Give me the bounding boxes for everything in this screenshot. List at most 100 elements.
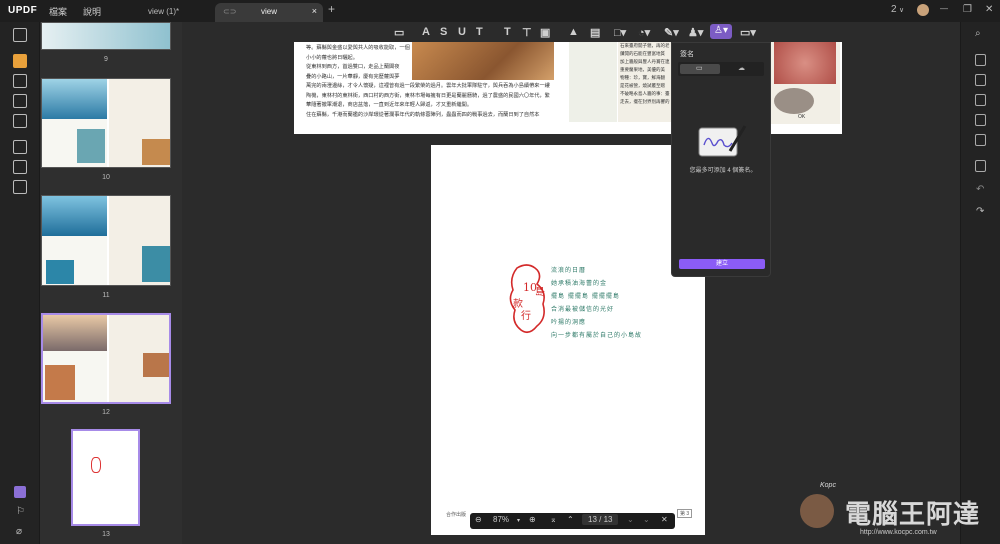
textbox-icon[interactable]: ⊤	[522, 26, 532, 39]
thumbnail-number: 12	[102, 409, 110, 416]
layers-icon[interactable]	[13, 180, 27, 194]
right-tool-rail: ⌕ ↶ ↷	[960, 22, 1000, 544]
thumbnail-number: 10	[102, 174, 110, 181]
chevron-down-icon[interactable]: ∨	[899, 6, 904, 14]
panel-title: 簽名	[680, 51, 694, 58]
publisher-footer: 合作出版	[446, 512, 467, 518]
form-icon[interactable]	[13, 94, 27, 108]
sticker-icon[interactable]: ◔▾	[638, 26, 650, 39]
rock-photo	[412, 42, 554, 80]
avatar[interactable]	[917, 4, 929, 16]
strikethrough-icon[interactable]: S	[440, 26, 447, 38]
close-window-button[interactable]: ✕	[985, 4, 993, 15]
food-photo-area: OK	[770, 42, 840, 124]
ok-label: OK	[798, 114, 806, 120]
zoom-out-icon[interactable]: ⊖	[475, 515, 482, 524]
thumbnail-page-11[interactable]	[41, 195, 171, 286]
cloud-signatures-tab[interactable]: ☁	[722, 64, 762, 74]
watermark-url: http://www.kocpc.com.tw	[860, 529, 937, 536]
window-count: 2	[891, 4, 897, 15]
text-callout-icon[interactable]: ▣	[540, 26, 550, 39]
last-page-icon[interactable]: ⌄	[643, 515, 650, 524]
monitor-icon: ▭	[696, 65, 703, 72]
text-icon[interactable]: T	[504, 26, 511, 38]
tab-close-icon[interactable]: ×	[312, 6, 317, 16]
share-icon[interactable]	[975, 114, 986, 126]
close-bar-icon[interactable]: ✕	[661, 515, 668, 524]
left-tool-rail: ⚐ ⌀	[0, 22, 40, 544]
signature-source-tabs: ▭ ☁	[678, 62, 764, 76]
document-viewer: 等。蘇縣與金盛以愛與共人的吸收能取，一個 小小的蘿也將日曬起。 從東林到西方，首…	[182, 42, 960, 544]
email-icon[interactable]	[975, 134, 986, 146]
pen-icon[interactable]: ✎▾	[664, 26, 679, 39]
zoom-in-icon[interactable]: ⊕	[529, 515, 536, 524]
undo-icon[interactable]: ↶	[976, 184, 984, 195]
convert-icon[interactable]	[975, 54, 986, 66]
watermark-text: 電腦王阿達	[845, 499, 981, 529]
next-page-icon[interactable]: ⌄	[627, 515, 634, 524]
thumbnail-panel: 9 10 11 12 13	[40, 22, 182, 544]
export-pdf-icon[interactable]	[975, 74, 986, 86]
menu-help[interactable]: 說明	[83, 5, 101, 18]
page-indicator[interactable]: 13 / 13	[582, 514, 619, 525]
thumbnail-number: 13	[102, 531, 110, 538]
add-tab-button[interactable]: +	[328, 2, 335, 16]
search-icon[interactable]: ⌕	[975, 28, 981, 39]
tab-label: view (1)*	[148, 7, 180, 16]
edit-icon[interactable]	[13, 74, 27, 88]
measure-icon[interactable]: ▭▾	[740, 26, 756, 39]
thumbnail-page-13[interactable]	[71, 429, 140, 526]
comment-mode-icon[interactable]	[13, 54, 27, 68]
local-signatures-tab[interactable]: ▭	[680, 64, 720, 74]
signature-tool-button[interactable]: ♙▾	[710, 24, 732, 39]
crop-icon[interactable]	[13, 160, 27, 174]
tab-label: view	[261, 7, 278, 16]
page-footer-label: 第 3	[677, 509, 693, 518]
body-text-line: 華隨著撤軍潮退，商店盆落，一直到近年來年輕人歸返，才又重新繼開。	[306, 102, 473, 108]
shape-icon[interactable]: □▾	[614, 26, 626, 39]
poem-line: 她承積油海蕾的金	[551, 280, 608, 287]
reader-icon[interactable]	[13, 28, 27, 42]
body-text-line: 萬完的兩澄邊絲，才令人懷疑，這裡曾有過一段繁榮的過月。雲年大批軍隊駐守，與兵吞為…	[306, 83, 550, 89]
create-signature-button[interactable]: 建立	[679, 259, 765, 269]
restore-button[interactable]: ❐	[963, 4, 972, 15]
squiggly-icon[interactable]: T	[476, 26, 483, 38]
underline-icon[interactable]: U	[458, 26, 466, 38]
tab-view[interactable]: ⊂⊃ view ×	[215, 3, 323, 22]
thumbnail-page-9[interactable]	[41, 22, 171, 50]
first-page-icon[interactable]: ⌅	[550, 515, 557, 524]
bookmark-icon[interactable]: ⚐	[16, 506, 25, 517]
poem-line: 流浪的日曆	[551, 267, 587, 274]
eraser-icon[interactable]: ▤	[590, 26, 600, 39]
poem-line: 吟揚的洞應	[551, 319, 587, 326]
page-navigation-bar: ⊖ 87% ▾ ⊕ ⌅ ⌃ 13 / 13 ⌄ ⌄ ✕	[470, 513, 675, 529]
stack-icon[interactable]	[14, 486, 26, 498]
poem-line: 向一步都有屬於自己的小島故	[551, 332, 643, 339]
tab-view-1[interactable]: view (1)*	[140, 3, 210, 22]
previous-page-icon[interactable]: ⌃	[567, 515, 574, 524]
organize-icon[interactable]	[13, 140, 27, 154]
minimize-button[interactable]: —	[940, 4, 948, 13]
watermark-signature: Kopc	[820, 482, 836, 489]
zoom-level[interactable]: 87%	[493, 515, 509, 524]
redo-icon[interactable]: ↷	[976, 206, 984, 217]
stamp-icon[interactable]: ♟▾	[688, 26, 703, 39]
cloud-icon: ☁	[738, 65, 745, 72]
highlight-icon[interactable]: A	[422, 26, 430, 38]
save-icon[interactable]	[975, 160, 986, 172]
ocr-icon[interactable]	[13, 114, 27, 128]
app-logo: UPDF	[8, 5, 38, 16]
stamp-text-hang: 行	[521, 311, 531, 322]
pencil-icon[interactable]: ▲	[568, 26, 579, 38]
thumbnail-page-10[interactable]	[41, 78, 171, 168]
thumbnail-number: 9	[104, 56, 108, 63]
map-inset	[569, 42, 617, 122]
zoom-dropdown-icon[interactable]: ▾	[517, 517, 520, 524]
body-text-line: 陶機，東林村的東林街，西口村的西方街，東林市場每擁有日更是蘭麗曆騎，過了農盛的民…	[306, 92, 550, 99]
protect-icon[interactable]	[975, 94, 986, 106]
signature-illustration-icon	[698, 125, 747, 157]
comment-icon[interactable]: ▭	[394, 26, 404, 39]
attachment-icon[interactable]: ⌀	[16, 526, 22, 537]
menu-file[interactable]: 檔案	[49, 5, 67, 18]
thumbnail-page-12[interactable]	[41, 313, 171, 404]
